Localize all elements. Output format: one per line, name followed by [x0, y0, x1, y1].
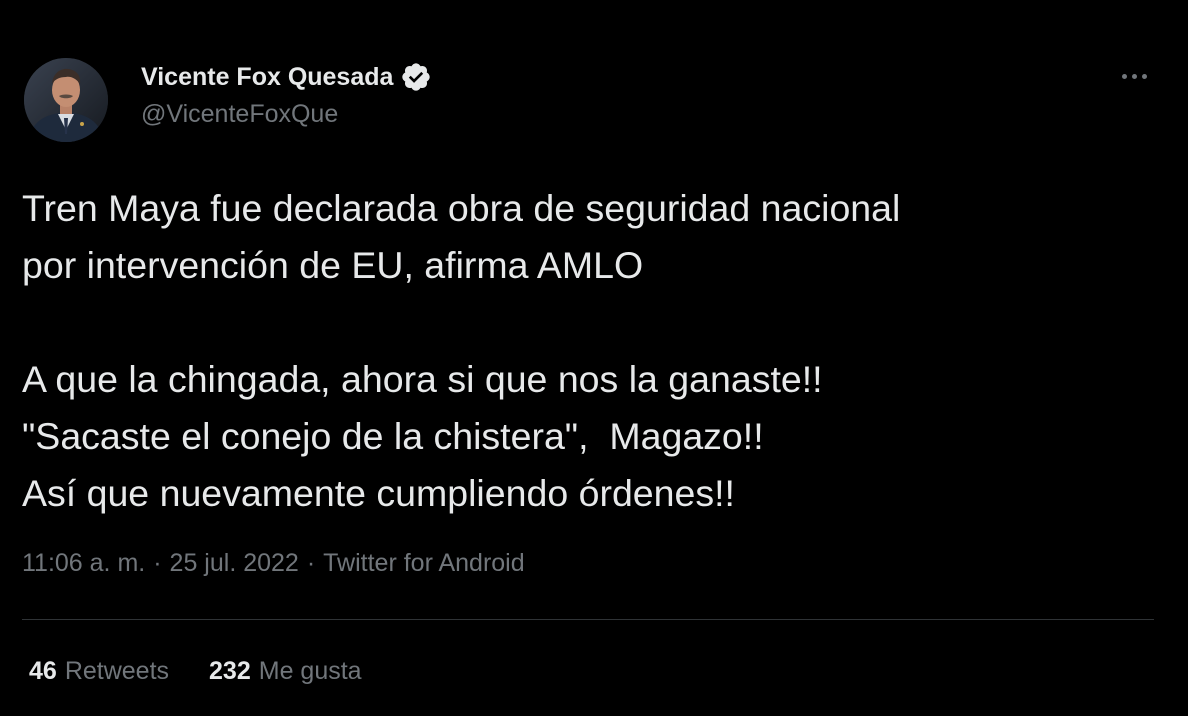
meta-separator: · [153, 549, 162, 577]
tweet-text: Tren Maya fue declarada obra de segurida… [22, 180, 1162, 522]
meta-separator: · [306, 549, 316, 577]
likes-label: Me gusta [258, 657, 362, 685]
divider [22, 619, 1154, 620]
tweet-line: "Sacaste el conejo de la chistera", Maga… [22, 415, 764, 457]
tweet-metadata: 11:06 a. m. · 25 jul. 2022 · Twitter for… [22, 549, 525, 578]
more-dot [1121, 73, 1127, 79]
author-name-row[interactable]: Vicente Fox Quesada [141, 60, 432, 94]
avatar[interactable] [24, 58, 108, 142]
more-dot [1141, 73, 1147, 79]
likes-count: 232 [209, 657, 251, 685]
tweet-date[interactable]: 25 jul. 2022 [170, 549, 299, 578]
tweet-card: Vicente Fox Quesada @VicenteFoxQue Tren … [0, 0, 1188, 716]
tweet-line: por intervención de EU, afirma AMLO [22, 244, 644, 286]
engagement-stats: 46 Retweets 232 Me gusta [29, 657, 362, 686]
author-handle[interactable]: @VicenteFoxQue [141, 100, 338, 129]
tweet-blank-line [22, 294, 1162, 351]
profile-photo [24, 58, 108, 142]
tweet-line: Así que nuevamente cumpliendo órdenes!! [22, 472, 735, 514]
tweet-time[interactable]: 11:06 a. m. [22, 549, 145, 578]
tweet-line: Tren Maya fue declarada obra de segurida… [22, 187, 901, 229]
tweet-line: A que la chingada, ahora si que nos la g… [22, 358, 823, 400]
tweet-source[interactable]: Twitter for Android [323, 549, 524, 578]
retweets-stat[interactable]: 46 Retweets [29, 657, 169, 686]
more-dot [1131, 73, 1137, 79]
retweets-count: 46 [29, 657, 57, 685]
author-display-name[interactable]: Vicente Fox Quesada [141, 63, 393, 92]
likes-stat[interactable]: 232 Me gusta [209, 657, 362, 686]
more-options-icon[interactable] [1114, 62, 1154, 90]
verified-badge-icon [402, 63, 431, 91]
retweets-label: Retweets [64, 657, 170, 685]
